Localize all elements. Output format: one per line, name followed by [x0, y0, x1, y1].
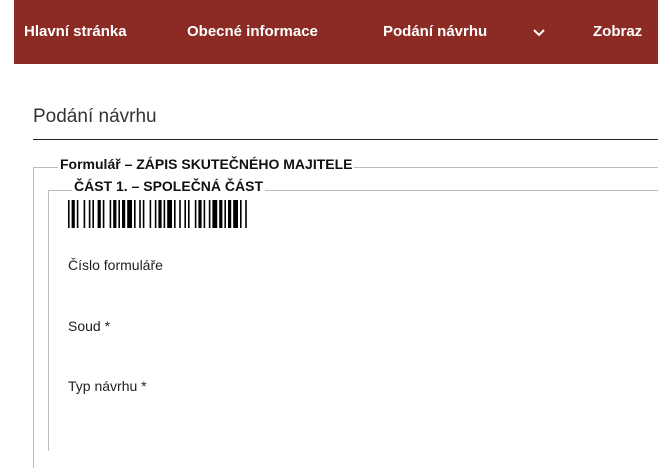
page-title: Podání návrhu: [33, 106, 157, 127]
nav-submit-proposal[interactable]: Podání návrhu: [383, 0, 487, 64]
chevron-down-icon[interactable]: [532, 0, 546, 64]
form-legend: Formulář – ZÁPIS SKUTEČNÉHO MAJITELE: [58, 156, 355, 172]
section-fieldset: [48, 190, 658, 451]
court-label: Soud *: [68, 318, 111, 334]
proposal-type-label: Typ návrhu *: [68, 378, 147, 394]
nav-general-info[interactable]: Obecné informace: [187, 0, 318, 64]
form-number-label: Číslo formuláře: [68, 257, 163, 273]
barcode-image: [68, 200, 247, 228]
nav-home[interactable]: Hlavní stránka: [24, 0, 127, 64]
nav-display[interactable]: Zobraz: [593, 0, 642, 64]
title-divider: [33, 139, 658, 140]
top-navigation-bar: Hlavní stránka Obecné informace Podání n…: [14, 0, 658, 64]
section-legend: ČÁST 1. – SPOLEČNÁ ČÁST: [72, 178, 266, 194]
